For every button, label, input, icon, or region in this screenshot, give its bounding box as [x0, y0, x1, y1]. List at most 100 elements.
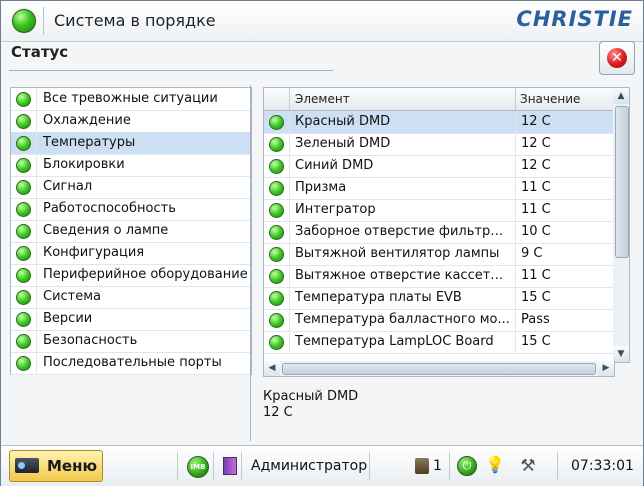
christie-logo: CHRISTIE — [516, 7, 633, 31]
status-category-label: Сведения о лампе — [43, 223, 169, 238]
status-category-item[interactable]: Версии — [11, 308, 251, 331]
cell-divider — [515, 243, 516, 265]
status-category-item[interactable]: Работоспособность — [11, 198, 251, 221]
detail-element-name: Красный DMD — [263, 389, 359, 404]
status-category-item[interactable]: Блокировки — [11, 154, 251, 177]
scroll-left-arrow-icon[interactable]: ◀ — [264, 361, 280, 376]
cell-divider — [289, 309, 290, 331]
element-name-cell: Заборное отверстие фильтро... — [295, 224, 510, 239]
element-value-cell: 10 C — [521, 224, 551, 239]
status-category-item[interactable]: Сведения о лампе — [11, 220, 251, 243]
status-ok-icon — [269, 137, 284, 152]
cell-divider — [515, 287, 516, 309]
status-category-item[interactable]: Все тревожные ситуации — [11, 88, 251, 111]
close-icon: ✕ — [607, 48, 627, 68]
divider — [36, 88, 37, 110]
cell-divider — [289, 221, 290, 243]
power-icon[interactable]: ⏻ — [457, 456, 477, 476]
divider — [36, 286, 37, 308]
clock: 07:33:01 — [571, 458, 634, 474]
table-row[interactable]: Температура платы EVB 15 C — [264, 287, 614, 310]
status-ok-icon — [16, 136, 31, 151]
table-row[interactable]: Интегратор 11 C — [264, 199, 614, 222]
status-category-label: Версии — [43, 311, 93, 326]
horizontal-scroll-thumb[interactable] — [282, 363, 596, 375]
element-value-cell: 15 C — [521, 334, 551, 349]
user-count: 1 — [433, 458, 442, 474]
status-category-label: Температуры — [43, 135, 136, 150]
scroll-right-arrow-icon[interactable]: ▶ — [598, 361, 614, 376]
close-button[interactable]: ✕ — [599, 41, 635, 75]
cell-divider — [289, 199, 290, 221]
cell-divider — [515, 199, 516, 221]
status-ok-icon — [16, 202, 31, 217]
element-name-cell: Интегратор — [295, 202, 376, 217]
status-ok-icon — [269, 247, 284, 262]
status-ok-icon — [269, 269, 284, 284]
table-row[interactable]: Синий DMD 12 C — [264, 155, 614, 178]
divider — [36, 154, 37, 176]
horizontal-scrollbar[interactable]: ◀ ▶ — [263, 361, 615, 377]
element-name-cell: Температура платы EVB — [295, 290, 462, 305]
tools-icon[interactable]: ⚒ — [515, 454, 541, 478]
header-divider — [289, 88, 290, 110]
element-name-cell: Синий DMD — [295, 158, 374, 173]
scroll-up-arrow-icon[interactable]: ▲ — [613, 88, 629, 104]
menu-button[interactable]: Меню — [9, 450, 103, 482]
lamp-bulb-icon[interactable]: 💡 — [485, 454, 505, 476]
element-name-cell: Температура балластного мо... — [295, 312, 510, 327]
cell-divider — [515, 331, 516, 353]
status-category-item[interactable]: Температуры — [11, 132, 251, 155]
table-row[interactable]: Призма 11 C — [264, 177, 614, 200]
status-category-label: Безопасность — [43, 333, 138, 348]
element-name-cell: Красный DMD — [295, 114, 391, 129]
table-row[interactable]: Температура балластного мо... Pass — [264, 309, 614, 332]
table-row[interactable]: Зеленый DMD 12 C — [264, 133, 614, 156]
column-header-value[interactable]: Значение — [520, 92, 580, 106]
table-row[interactable]: Красный DMD 12 C — [264, 111, 614, 134]
table-row[interactable]: Температура LampLOC Board 15 C — [264, 331, 614, 354]
status-ok-icon — [269, 181, 284, 196]
divider — [36, 176, 37, 198]
element-value-cell: 15 C — [521, 290, 551, 305]
cell-divider — [289, 287, 290, 309]
status-category-item[interactable]: Сигнал — [11, 176, 251, 199]
system-status-led-icon[interactable] — [12, 9, 36, 33]
table-row[interactable]: Вытяжной вентилятор лампы 9 C — [264, 243, 614, 266]
lock-icon[interactable] — [415, 458, 429, 474]
status-category-item[interactable]: Конфигурация — [11, 242, 251, 265]
element-value-cell: 11 C — [521, 268, 551, 283]
column-header-element[interactable]: Элемент — [295, 92, 350, 106]
status-ok-icon — [16, 114, 31, 129]
cell-divider — [515, 265, 516, 287]
element-name-cell: Температура LampLOC Board — [295, 334, 494, 349]
status-category-item[interactable]: Последовательные порты — [11, 352, 251, 375]
status-ok-icon — [16, 334, 31, 349]
divider — [36, 132, 37, 154]
status-category-item[interactable]: Безопасность — [11, 330, 251, 353]
status-ok-icon — [16, 356, 31, 371]
scroll-down-arrow-icon[interactable]: ▼ — [613, 346, 629, 362]
element-name-cell: Зеленый DMD — [295, 136, 391, 151]
current-user[interactable]: Администратор — [251, 458, 367, 474]
page-title: Статус — [11, 43, 69, 61]
table-row[interactable]: Вытяжное отверстие кассеты ... 11 C — [264, 265, 614, 288]
status-category-label: Периферийное оборудование — [43, 267, 248, 282]
imb-status-icon[interactable]: IMB — [187, 456, 209, 478]
vertical-scroll-thumb[interactable] — [615, 106, 629, 258]
status-category-label: Все тревожные ситуации — [43, 91, 218, 106]
cell-divider — [289, 155, 290, 177]
status-category-item[interactable]: Система — [11, 286, 251, 309]
title-underline — [9, 70, 333, 71]
status-category-item[interactable]: Охлаждение — [11, 110, 251, 133]
header-divider — [515, 88, 516, 110]
element-value-cell: 11 C — [521, 180, 551, 195]
top-bar: Система в порядке CHRISTIE — [1, 1, 643, 42]
divider — [36, 242, 37, 264]
status-ok-icon — [16, 180, 31, 195]
table-row[interactable]: Заборное отверстие фильтро... 10 C — [264, 221, 614, 244]
vertical-scrollbar[interactable]: ▲ ▼ — [613, 87, 630, 363]
status-category-item[interactable]: Периферийное оборудование — [11, 264, 251, 287]
system-status-text: Система в порядке — [54, 11, 216, 30]
status-category-label: Конфигурация — [43, 245, 145, 260]
